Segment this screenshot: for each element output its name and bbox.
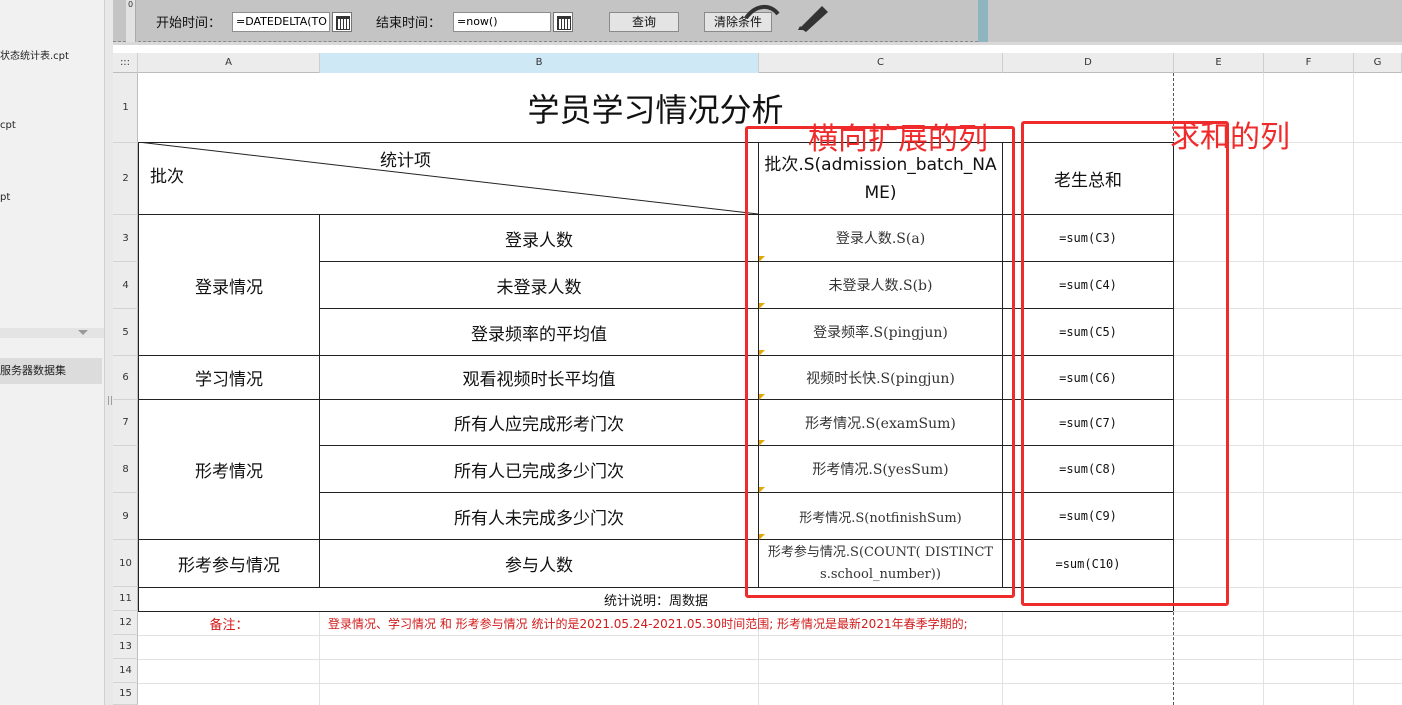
row-header-bar: 1 2 3 4 5 6 7 8 9 10 11 12 13 14 15 — [113, 73, 138, 705]
row-header[interactable]: 11 — [113, 587, 138, 611]
row-header[interactable]: 15 — [113, 683, 138, 705]
file-item[interactable]: pt — [0, 192, 10, 203]
header-diagonal-left[interactable]: 批次 — [150, 162, 184, 187]
end-time-input[interactable]: =now() — [453, 12, 551, 32]
panel-splitter[interactable]: || — [104, 0, 113, 705]
start-time-label: 开始时间： — [156, 16, 222, 31]
select-all-corner[interactable]: ::: — [113, 53, 138, 73]
horizontal-expand-annotation: 横向扩展的列 — [808, 122, 988, 157]
item-label[interactable]: 所有人已完成多少门次 — [320, 446, 758, 492]
group-login[interactable]: 登录情况 — [139, 215, 319, 355]
file-tree-panel: 状态统计表.cpt cpt pt 服务器数据集 — [0, 0, 104, 705]
row-header[interactable]: 6 — [113, 356, 138, 400]
row-header[interactable]: 3 — [113, 215, 138, 262]
server-dataset-item[interactable]: 服务器数据集 — [0, 358, 102, 384]
row-header[interactable]: 12 — [113, 611, 138, 635]
item-label[interactable]: 登录频率的平均值 — [320, 309, 758, 355]
header-diagonal-top[interactable]: 统计项 — [380, 146, 431, 171]
group-participation[interactable]: 形考参与情况 — [139, 540, 319, 587]
remark-label[interactable]: 备注： — [139, 612, 319, 635]
column-header-a[interactable]: A — [138, 53, 320, 73]
file-item[interactable]: 状态统计表.cpt — [0, 47, 69, 62]
item-label[interactable]: 观看视频时长平均值 — [320, 356, 758, 399]
horizontal-expand-annotation-box — [745, 126, 1015, 598]
row-header[interactable]: 14 — [113, 659, 138, 683]
sum-column-annotation: 求和的列 — [1170, 120, 1290, 155]
vertical-ruler: 0 — [126, 0, 136, 42]
header-diagonal-line — [138, 142, 759, 215]
sum-column-annotation-box — [1021, 121, 1229, 606]
edit-pencil-icon[interactable] — [742, 0, 832, 32]
row-header[interactable]: 5 — [113, 309, 138, 356]
start-calendar-button[interactable] — [332, 12, 352, 32]
item-label[interactable]: 所有人未完成多少门次 — [320, 493, 758, 539]
item-label[interactable]: 参与人数 — [320, 540, 758, 587]
row-header[interactable]: 13 — [113, 635, 138, 659]
parameter-resize-handle[interactable] — [978, 0, 988, 42]
column-header-g[interactable]: G — [1354, 53, 1402, 73]
end-time-label: 结束时间： — [376, 16, 442, 31]
panel-divider[interactable] — [0, 328, 104, 338]
row-header[interactable]: 1 — [113, 73, 138, 143]
row-header[interactable]: 9 — [113, 493, 138, 540]
row-header[interactable]: 8 — [113, 446, 138, 493]
collapse-arrow-icon[interactable] — [78, 330, 88, 335]
item-label[interactable]: 未登录人数 — [320, 262, 758, 308]
row-header[interactable]: 7 — [113, 400, 138, 446]
parameter-strip-right — [986, 0, 1402, 42]
report-title[interactable]: 学员学习情况分析 — [138, 73, 1173, 142]
column-header-b[interactable]: B — [320, 53, 759, 73]
row-header[interactable]: 4 — [113, 262, 138, 309]
group-study[interactable]: 学习情况 — [139, 356, 319, 399]
end-calendar-button[interactable] — [553, 12, 573, 32]
footer-note[interactable]: 统计说明：周数据 — [139, 588, 1173, 611]
start-time-input[interactable]: =DATEDELTA(TO — [232, 12, 330, 32]
calendar-grid-icon — [336, 18, 350, 30]
row-header[interactable]: 2 — [113, 143, 138, 215]
item-label[interactable]: 登录人数 — [320, 215, 758, 261]
query-button[interactable]: 查询 — [609, 12, 679, 32]
column-header-e[interactable]: E — [1174, 53, 1264, 73]
column-header-c[interactable]: C — [759, 53, 1003, 73]
file-item[interactable]: cpt — [0, 120, 16, 131]
column-header-d[interactable]: D — [1003, 53, 1174, 73]
row-header[interactable]: 10 — [113, 540, 138, 587]
group-exam[interactable]: 形考情况 — [139, 400, 319, 539]
column-header-bar: ::: A B C D E F G — [113, 53, 1402, 73]
item-label[interactable]: 所有人应完成形考门次 — [320, 400, 758, 445]
remark-text[interactable]: 登录情况、学习情况 和 形考参与情况 统计的是2021.05.24-2021.0… — [328, 615, 968, 632]
calendar-grid-icon — [557, 18, 571, 30]
column-header-f[interactable]: F — [1264, 53, 1354, 73]
